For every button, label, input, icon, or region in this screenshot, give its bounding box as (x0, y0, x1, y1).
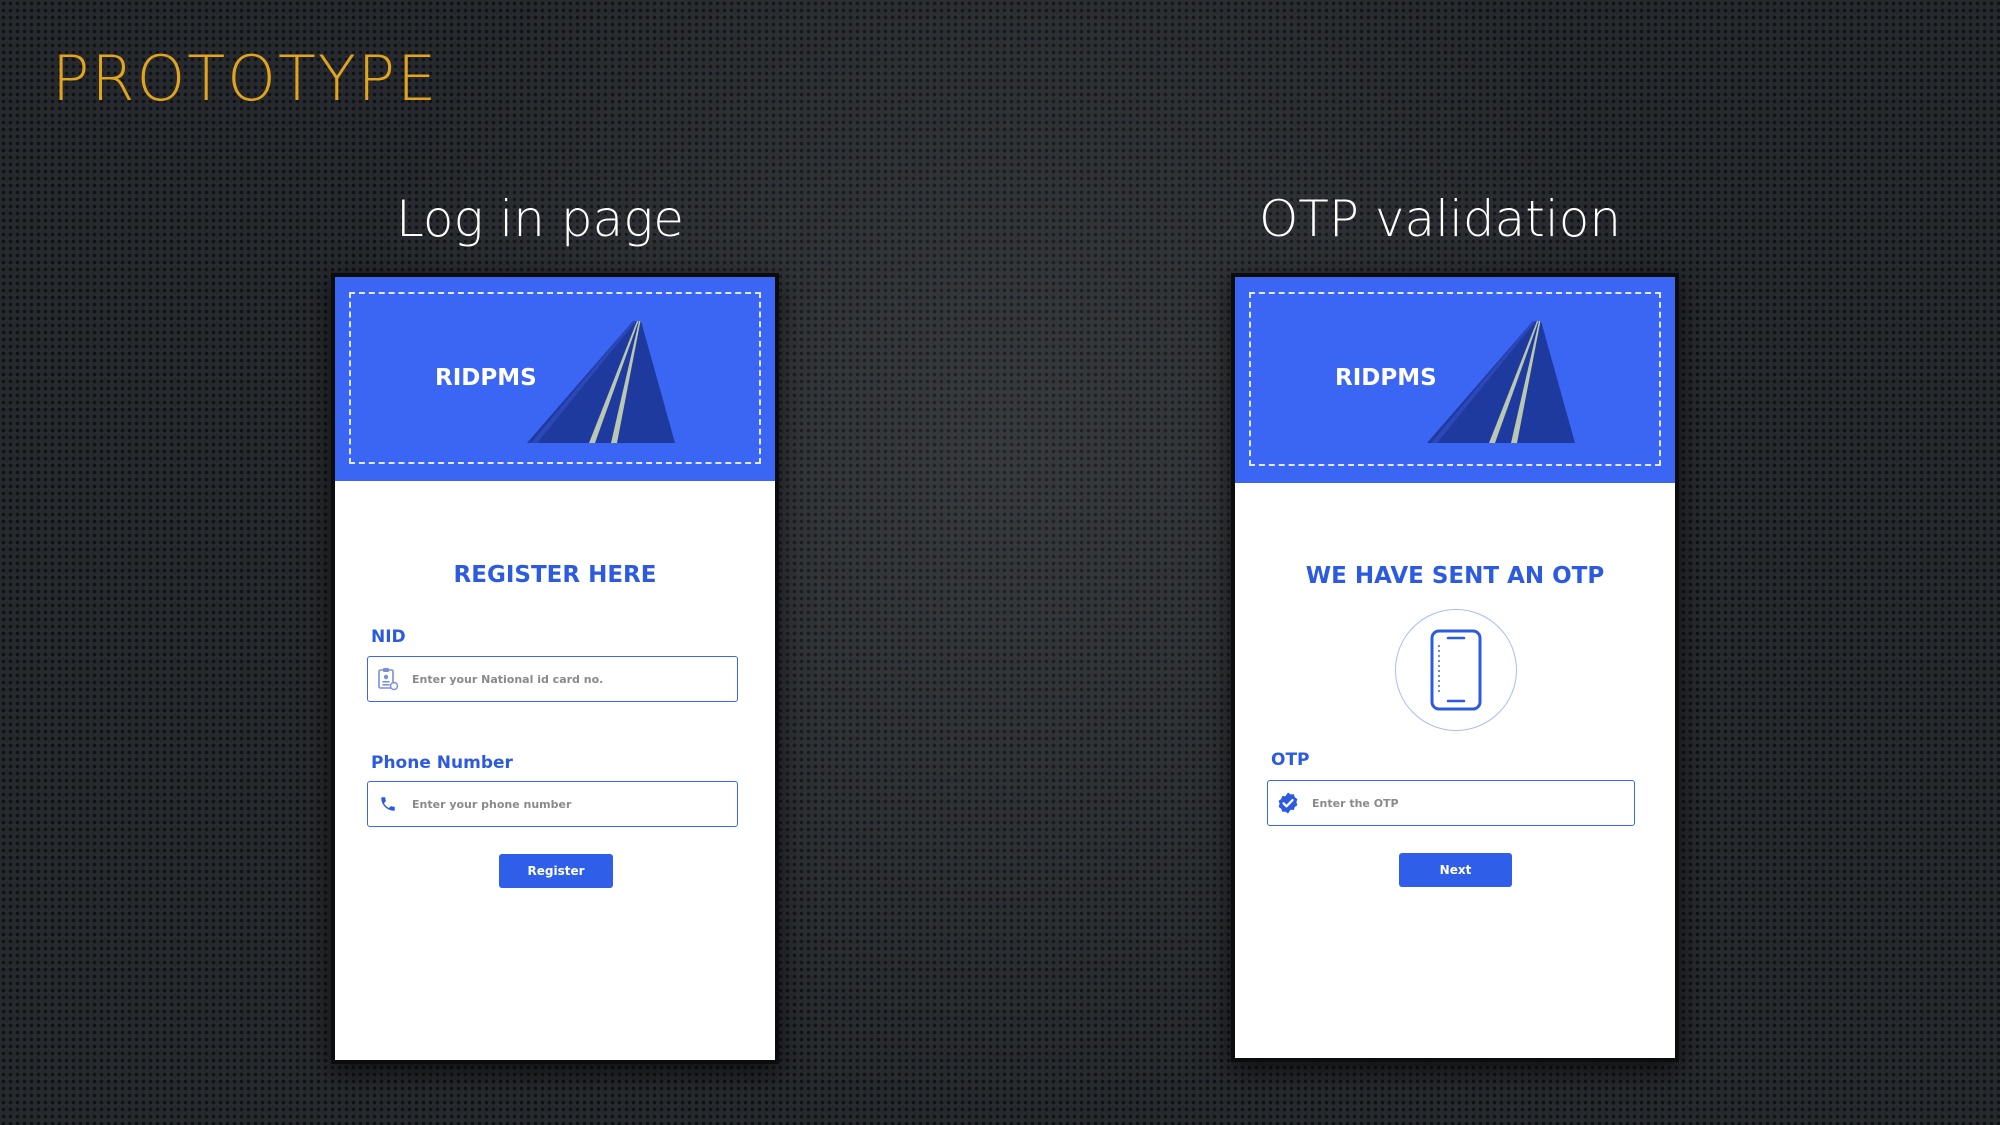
otp-phone-mockup: RIDPMS WE HAVE SENT AN OTP OTP Next (1231, 273, 1679, 1062)
nid-input[interactable] (410, 671, 737, 687)
road-icon (1427, 321, 1575, 443)
brand-name: RIDPMS (1335, 365, 1437, 391)
id-card-icon (376, 667, 400, 691)
otp-section-heading: OTP validation (1258, 190, 1622, 248)
verified-check-icon (1276, 791, 1300, 815)
road-icon (527, 321, 675, 443)
register-title: REGISTER HERE (453, 562, 657, 588)
next-button[interactable]: Next (1399, 853, 1512, 887)
slide-title: PROTOTYPE (52, 42, 439, 115)
phone-field[interactable] (367, 781, 738, 827)
nid-label: NID (371, 627, 406, 647)
smartphone-icon (1430, 629, 1482, 711)
phone-icon (376, 792, 400, 816)
phone-label: Phone Number (371, 753, 513, 773)
phone-input[interactable] (410, 796, 737, 812)
otp-label: OTP (1271, 750, 1310, 770)
register-button[interactable]: Register (499, 854, 613, 888)
login-section-heading: Log in page (395, 190, 685, 248)
otp-input[interactable] (1310, 795, 1634, 811)
login-phone-mockup: RIDPMS REGISTER HERE NID Phone Number (331, 273, 779, 1064)
login-banner: RIDPMS (335, 277, 775, 481)
nid-field[interactable] (367, 656, 738, 702)
otp-sent-title: WE HAVE SENT AN OTP (1305, 563, 1605, 589)
otp-banner: RIDPMS (1235, 277, 1675, 483)
otp-illustration-circle (1395, 609, 1517, 731)
brand-name: RIDPMS (435, 365, 537, 391)
otp-field[interactable] (1267, 780, 1635, 826)
